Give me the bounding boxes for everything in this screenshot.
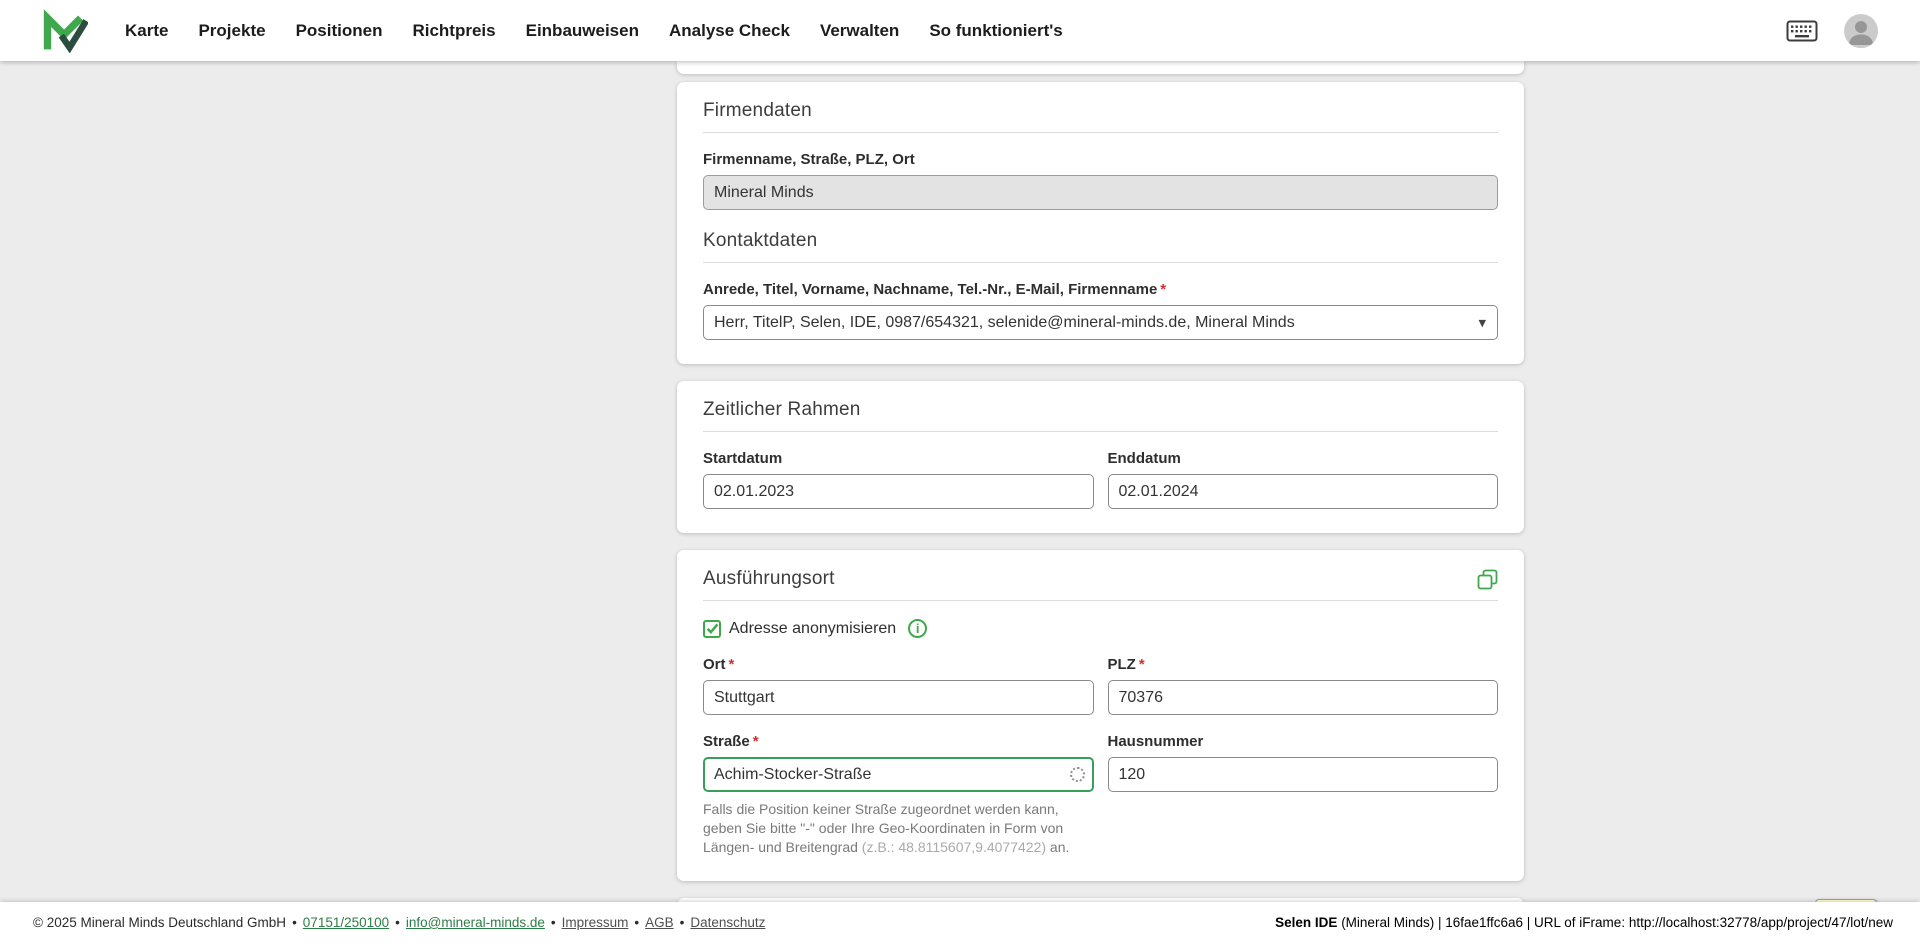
separator: • bbox=[550, 915, 556, 930]
ort-input[interactable] bbox=[703, 680, 1094, 715]
required-marker: * bbox=[728, 656, 735, 673]
card-zeitlicher-rahmen: Zeitlicher Rahmen Startdatum Enddatum bbox=[677, 381, 1524, 533]
enddatum-input[interactable] bbox=[1107, 474, 1498, 509]
kontakt-select[interactable]: Herr, TitelP, Selen, IDE, 0987/654321, s… bbox=[703, 305, 1498, 340]
plz-label: PLZ * bbox=[1108, 656, 1499, 673]
zeitlicher-rahmen-title: Zeitlicher Rahmen bbox=[703, 399, 861, 420]
nav-item-karte[interactable]: Karte bbox=[110, 0, 183, 61]
helper-suffix: an. bbox=[1046, 838, 1070, 855]
keyboard-icon[interactable] bbox=[1786, 20, 1818, 42]
strasse-field: Straße* Falls die Position keiner Straße… bbox=[703, 733, 1094, 857]
company-input bbox=[703, 175, 1498, 210]
helper-coords-example: (z.B.: 48.8115607,9.4077422) bbox=[861, 838, 1047, 855]
agb-link[interactable]: AGB bbox=[645, 915, 674, 930]
hausnummer-input[interactable] bbox=[1107, 757, 1498, 792]
ort-field: Ort * bbox=[703, 656, 1094, 715]
top-navbar: Karte Projekte Positionen Richtpreis Ein… bbox=[0, 0, 1920, 61]
company-field-label: Firmenname, Straße, PLZ, Ort bbox=[703, 151, 915, 168]
hausnummer-label: Hausnummer bbox=[1107, 733, 1204, 750]
separator: • bbox=[292, 915, 297, 930]
ort-label-text: Ort bbox=[703, 656, 726, 673]
loading-spinner-icon bbox=[1069, 766, 1085, 782]
main-nav: Karte Projekte Positionen Richtpreis Ein… bbox=[110, 0, 1078, 61]
plz-field: PLZ * bbox=[1107, 656, 1499, 715]
separator: • bbox=[679, 915, 685, 930]
copy-icon[interactable] bbox=[1477, 569, 1498, 590]
kontaktdaten-title: Kontaktdaten bbox=[703, 230, 818, 251]
impressum-link[interactable]: Impressum bbox=[562, 915, 629, 930]
chevron-down-icon: ▾ bbox=[1478, 313, 1486, 331]
iframe-url-text: (Mineral Minds) | 16fae1ffc6a6 | URL of … bbox=[1337, 915, 1893, 930]
firmendaten-title: Firmendaten bbox=[703, 100, 812, 121]
datenschutz-link[interactable]: Datenschutz bbox=[690, 915, 765, 930]
mineral-minds-logo-icon bbox=[43, 8, 88, 53]
card-firmendaten: Firmendaten Firmenname, Straße, PLZ, Ort… bbox=[677, 82, 1524, 364]
nav-item-positionen[interactable]: Positionen bbox=[281, 0, 398, 61]
separator: • bbox=[395, 915, 400, 930]
startdatum-field: Startdatum bbox=[703, 450, 1094, 509]
startdatum-input[interactable] bbox=[703, 474, 1094, 509]
required-marker: * bbox=[1138, 656, 1145, 673]
card-ausfuehrungsort: Ausführungsort Adresse anonymisieren i O… bbox=[677, 550, 1524, 881]
separator: • bbox=[634, 915, 640, 930]
anonymize-label[interactable]: Adresse anonymisieren bbox=[729, 620, 896, 638]
footer: © 2025 Mineral Minds Deutschland GmbH • … bbox=[0, 902, 1920, 943]
email-link[interactable]: info@mineral-minds.de bbox=[406, 915, 545, 930]
enddatum-label: Enddatum bbox=[1107, 450, 1181, 467]
divider bbox=[703, 600, 1498, 601]
plz-input[interactable] bbox=[1107, 680, 1498, 715]
nav-item-projekte[interactable]: Projekte bbox=[183, 0, 280, 61]
divider bbox=[703, 262, 1498, 263]
person-icon bbox=[1844, 20, 1878, 48]
nav-item-einbauweisen[interactable]: Einbauweisen bbox=[511, 0, 654, 61]
nav-item-richtpreis[interactable]: Richtpreis bbox=[397, 0, 510, 61]
divider bbox=[703, 431, 1498, 432]
previous-card-partial bbox=[677, 61, 1524, 74]
anonymize-checkbox[interactable] bbox=[703, 619, 721, 638]
startdatum-label: Startdatum bbox=[703, 450, 783, 467]
info-icon[interactable]: i bbox=[908, 619, 928, 638]
nav-item-analyse-check[interactable]: Analyse Check bbox=[654, 0, 805, 61]
strasse-label: Straße * bbox=[703, 733, 1094, 750]
divider bbox=[703, 132, 1498, 133]
page-content: Firmendaten Firmenname, Straße, PLZ, Ort… bbox=[0, 61, 1920, 902]
footer-left: © 2025 Mineral Minds Deutschland GmbH • … bbox=[33, 915, 765, 930]
phone-link[interactable]: 07151/250100 bbox=[303, 915, 389, 930]
required-marker: * bbox=[1160, 281, 1167, 298]
plz-label-text: PLZ bbox=[1107, 656, 1136, 673]
kontakt-select-value: Herr, TitelP, Selen, IDE, 0987/654321, s… bbox=[714, 313, 1295, 331]
enddatum-field: Enddatum bbox=[1107, 450, 1498, 509]
ort-label: Ort * bbox=[703, 656, 1094, 673]
kontakt-field-label-text: Anrede, Titel, Vorname, Nachname, Tel.-N… bbox=[703, 281, 1158, 298]
footer-debug-info: Selen IDE (Mineral Minds) | 16fae1ffc6a6… bbox=[1275, 915, 1893, 930]
navbar-right bbox=[1786, 13, 1878, 48]
user-avatar[interactable] bbox=[1844, 13, 1878, 48]
kontakt-field-label: Anrede, Titel, Vorname, Nachname, Tel.-N… bbox=[703, 281, 1498, 298]
strasse-input[interactable] bbox=[703, 757, 1094, 792]
anonymize-row: Adresse anonymisieren i bbox=[703, 619, 1498, 638]
strasse-helper-text: Falls die Position keiner Straße zugeord… bbox=[703, 800, 1093, 857]
hausnummer-field: Hausnummer bbox=[1107, 733, 1498, 857]
ide-name: Selen IDE bbox=[1275, 915, 1338, 930]
brand-logo[interactable] bbox=[42, 8, 88, 53]
ausfuehrungsort-title: Ausführungsort bbox=[703, 568, 835, 589]
nav-item-verwalten[interactable]: Verwalten bbox=[805, 0, 914, 61]
check-icon bbox=[706, 623, 718, 634]
nav-item-so-funktionierts[interactable]: So funktioniert's bbox=[914, 0, 1077, 61]
strasse-label-text: Straße bbox=[703, 733, 750, 750]
copyright-text: © 2025 Mineral Minds Deutschland GmbH bbox=[33, 915, 287, 930]
required-marker: * bbox=[752, 733, 759, 750]
